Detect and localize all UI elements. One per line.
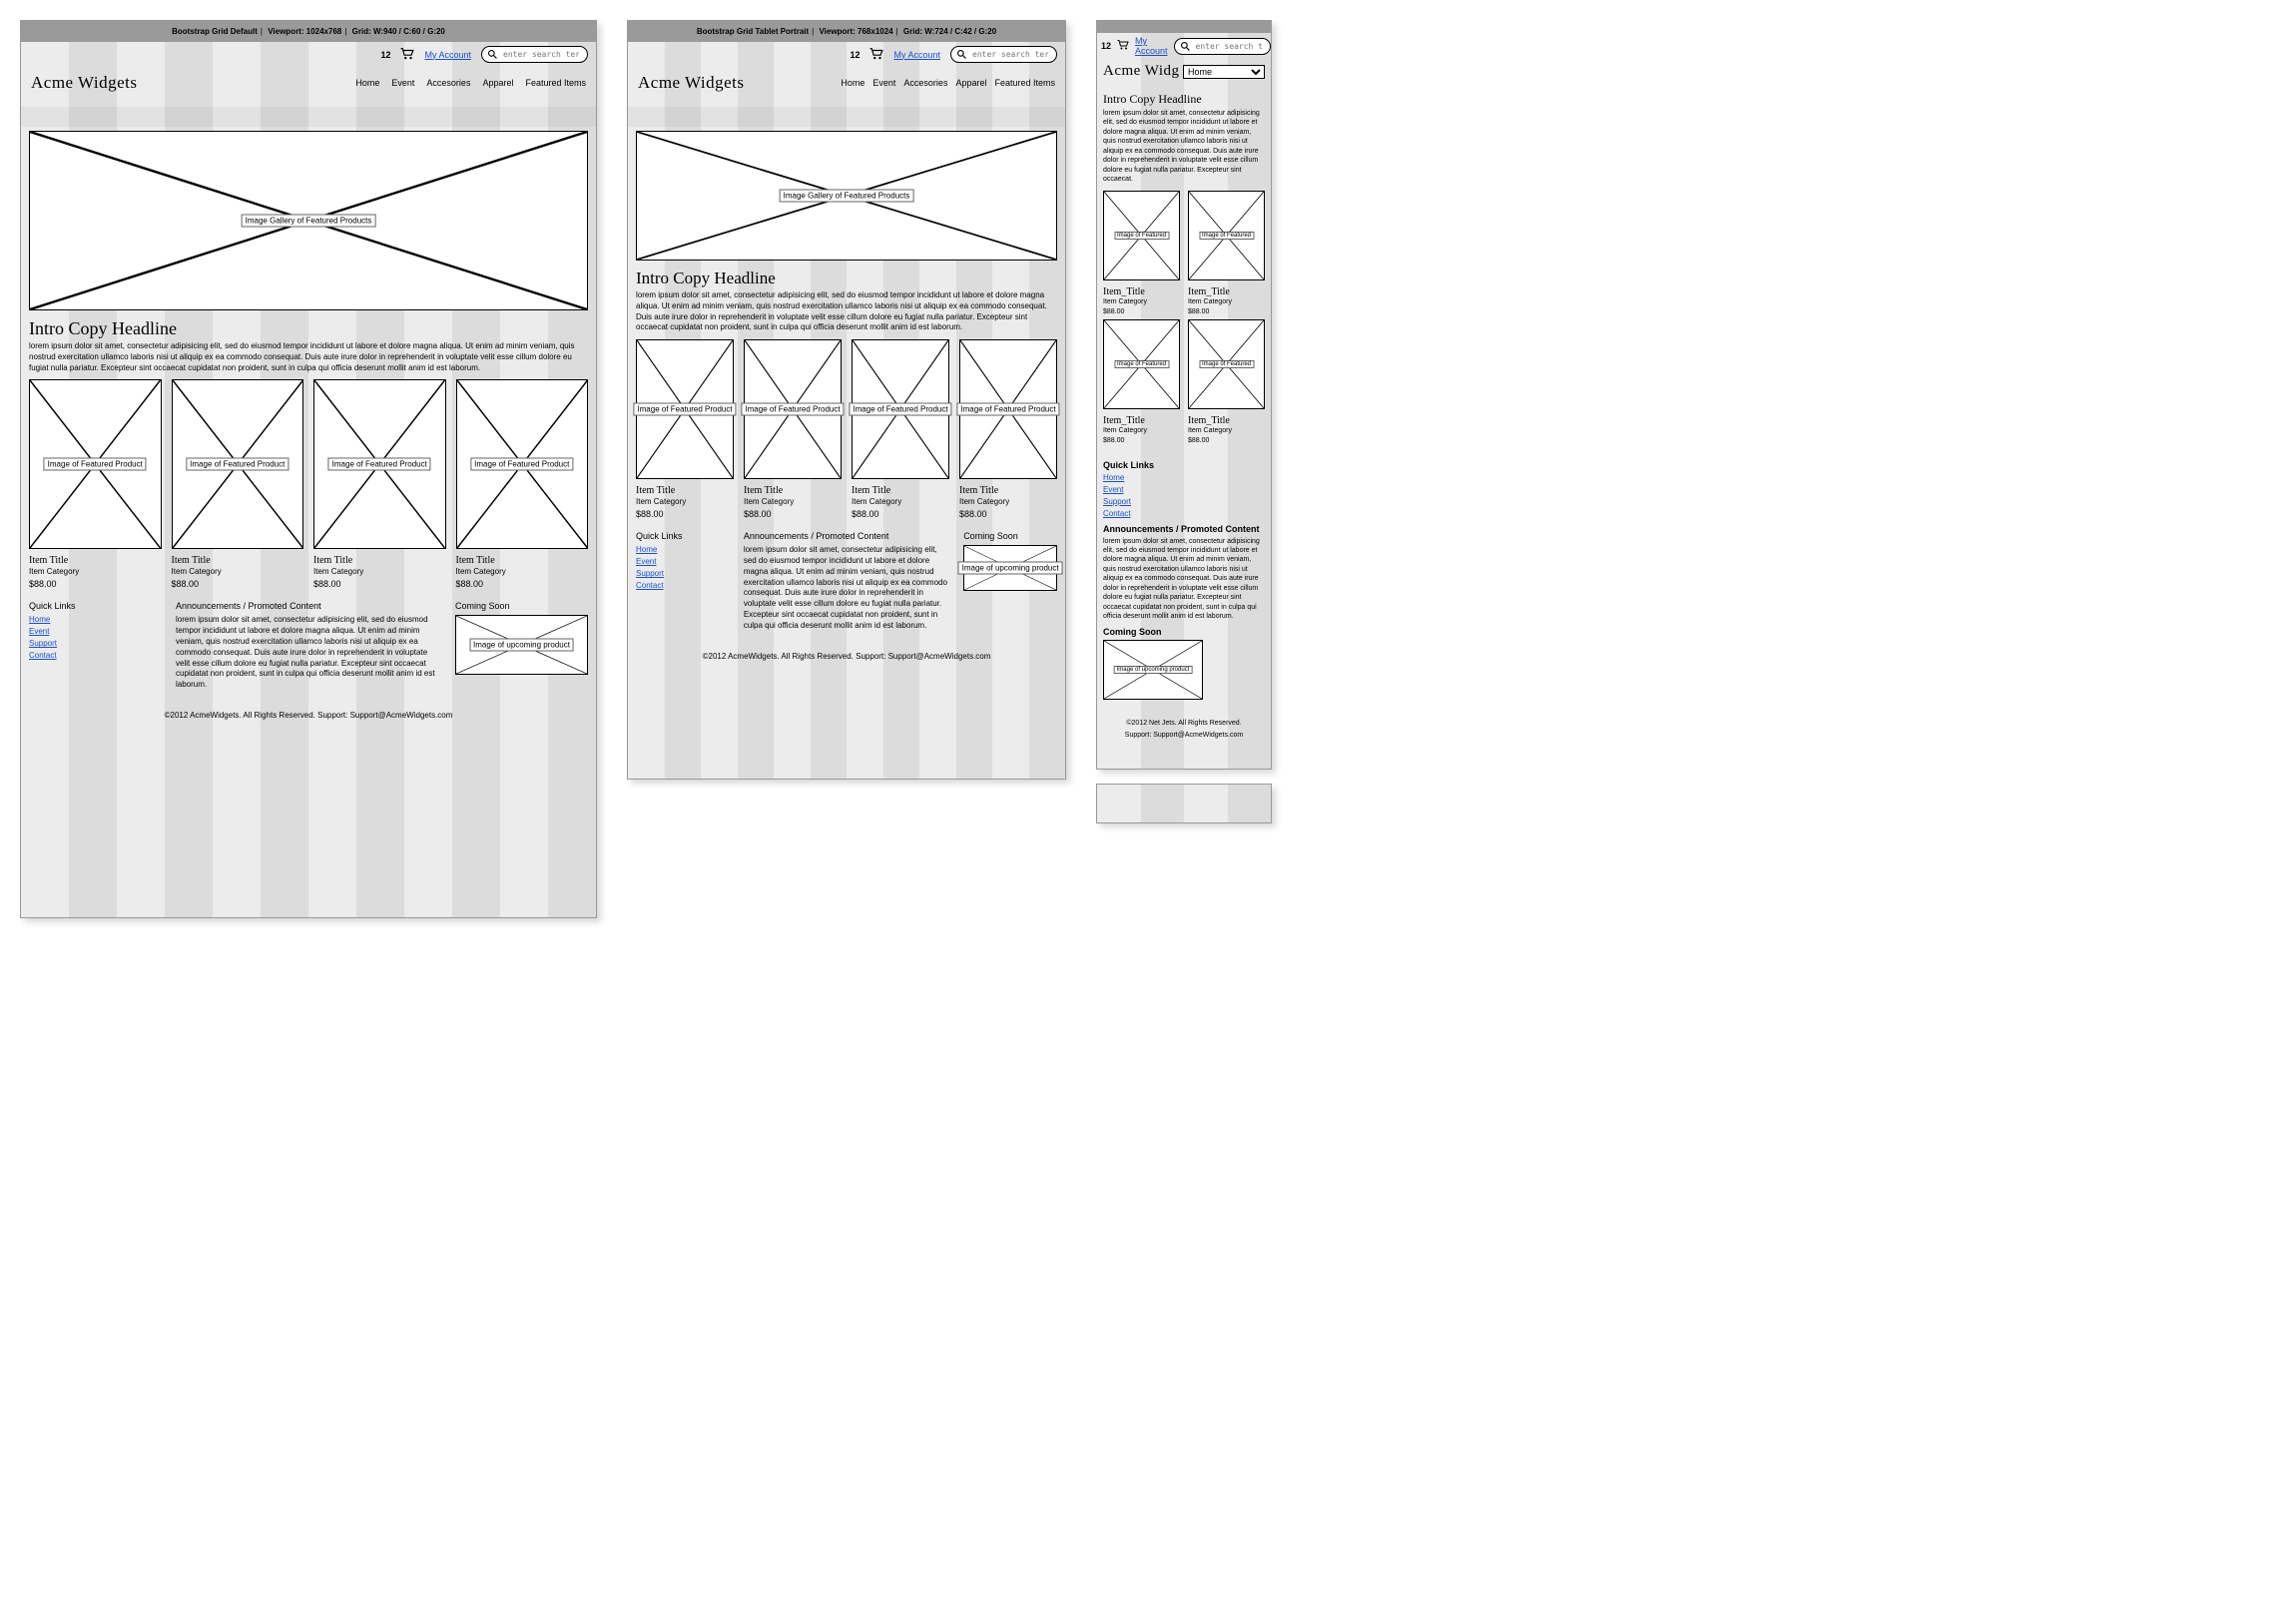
product-card[interactable]: Image of Featured Product Item Title Ite… bbox=[744, 339, 842, 519]
qlink-support[interactable]: Support bbox=[636, 569, 730, 578]
viewport-titlebar: Bootstrap Grid Default| Viewport: 1024x7… bbox=[21, 21, 596, 42]
qlink-home[interactable]: Home bbox=[636, 545, 730, 554]
product-row: Image of Featured Product Item Title Ite… bbox=[636, 339, 1057, 519]
cart-count: 12 bbox=[850, 50, 860, 60]
qlink-home[interactable]: Home bbox=[29, 615, 162, 624]
nav-select[interactable]: Home bbox=[1183, 65, 1265, 79]
product-card[interactable]: Image of Featured Product Item Title Ite… bbox=[456, 379, 589, 589]
qlink-event[interactable]: Event bbox=[1103, 485, 1265, 494]
nav-event[interactable]: Event bbox=[391, 78, 414, 88]
nav-apparel[interactable]: Apparel bbox=[482, 78, 513, 88]
hero-caption: Image Gallery of Featured Products bbox=[780, 190, 914, 203]
nav-home[interactable]: Home bbox=[841, 78, 864, 88]
qlink-support[interactable]: Support bbox=[1103, 497, 1265, 506]
nav-event[interactable]: Event bbox=[872, 78, 895, 88]
product-card[interactable]: Image of Featured Product Item Title Ite… bbox=[313, 379, 446, 589]
nav-acces[interactable]: Accesories bbox=[426, 78, 470, 88]
brand-logo: Acme Widgets bbox=[31, 73, 138, 93]
product-card[interactable]: Image of Featured Item_Title Item Catego… bbox=[1188, 191, 1265, 315]
cart-icon[interactable] bbox=[400, 48, 414, 62]
search-icon bbox=[488, 50, 497, 59]
footer: ©2012 Net Jets. All Rights Reserved. Sup… bbox=[1097, 706, 1271, 758]
nav-featured[interactable]: Featured Items bbox=[994, 78, 1055, 88]
coming-soon: Coming Soon Image of upcoming product bbox=[455, 601, 588, 691]
my-account-link[interactable]: My Account bbox=[893, 50, 940, 60]
search-input[interactable] bbox=[501, 49, 581, 60]
quick-links: Quick Links Home Event Support Contact bbox=[29, 601, 162, 691]
nav-home[interactable]: Home bbox=[355, 78, 379, 88]
product-card[interactable]: Image of Featured Product Item Title Ite… bbox=[959, 339, 1057, 519]
main-nav: Home Event Accesories Apparel Featured I… bbox=[355, 78, 586, 88]
cart-icon[interactable] bbox=[1117, 40, 1129, 52]
hero-image: Image Gallery of Featured Products bbox=[29, 131, 588, 310]
search-field[interactable] bbox=[1174, 38, 1271, 55]
search-field[interactable] bbox=[950, 46, 1057, 63]
qlink-home[interactable]: Home bbox=[1103, 473, 1265, 482]
intro-headline: Intro Copy Headline bbox=[636, 269, 1057, 288]
my-account-link[interactable]: My Account bbox=[424, 50, 471, 60]
intro-headline: Intro Copy Headline bbox=[1103, 92, 1265, 107]
product-row: Image of Featured Item_Title Item Catego… bbox=[1103, 191, 1265, 315]
wireframe-tablet: Bootstrap Grid Tablet Portrait| Viewport… bbox=[627, 20, 1066, 780]
qlink-contact[interactable]: Contact bbox=[636, 581, 730, 590]
qlink-contact[interactable]: Contact bbox=[29, 651, 162, 660]
intro-body: lorem ipsum dolor sit amet, consectetur … bbox=[1097, 109, 1271, 185]
product-card[interactable]: Image of Featured Product Item Title Ite… bbox=[636, 339, 734, 519]
cart-icon[interactable] bbox=[869, 48, 883, 62]
promo-block: Announcements / Promoted Content lorem i… bbox=[176, 601, 441, 691]
product-card[interactable]: Image of Featured Product Item Title Ite… bbox=[852, 339, 949, 519]
my-account-link[interactable]: My Account bbox=[1135, 36, 1168, 56]
search-input[interactable] bbox=[970, 49, 1050, 60]
cart-count: 12 bbox=[380, 50, 390, 60]
promo-block: Announcements / Promoted Content lorem i… bbox=[744, 531, 949, 631]
wireframe-default: Bootstrap Grid Default| Viewport: 1024x7… bbox=[20, 20, 597, 918]
intro-body: lorem ipsum dolor sit amet, consectetur … bbox=[29, 341, 588, 373]
coming-soon: Image of upcoming product bbox=[1103, 640, 1265, 700]
product-row: Image of Featured Item_Title Item Catego… bbox=[1103, 319, 1265, 444]
product-card[interactable]: Image of Featured Item_Title Item Catego… bbox=[1103, 319, 1180, 444]
qlink-support[interactable]: Support bbox=[29, 639, 162, 648]
product-card[interactable]: Image of Featured Product Item Title Ite… bbox=[29, 379, 162, 589]
quick-links: Quick Links Home Event Support Contact bbox=[636, 531, 730, 631]
wireframe-mobile-extra bbox=[1096, 784, 1272, 823]
brand-logo: Acme Widg bbox=[1103, 63, 1180, 80]
search-input[interactable] bbox=[1194, 41, 1264, 52]
promo-body: lorem ipsum dolor sit amet, consectetur … bbox=[1103, 537, 1265, 622]
brand-logo: Acme Widgets bbox=[638, 73, 745, 93]
footer: ©2012 AcmeWidgets. All Rights Reserved. … bbox=[628, 640, 1065, 679]
qlink-event[interactable]: Event bbox=[29, 627, 162, 636]
footer: ©2012 AcmeWidgets. All Rights Reserved. … bbox=[21, 699, 596, 738]
search-icon bbox=[1181, 42, 1190, 51]
main-nav: Home Event Accesories Apparel Featured I… bbox=[841, 78, 1055, 88]
viewport-titlebar: Bootstrap Grid Tablet Portrait| Viewport… bbox=[628, 21, 1065, 42]
hero-image: Image Gallery of Featured Products bbox=[636, 131, 1057, 261]
qlink-contact[interactable]: Contact bbox=[1103, 509, 1265, 518]
nav-featured[interactable]: Featured Items bbox=[525, 78, 586, 88]
coming-soon: Coming Soon Image of upcoming product bbox=[963, 531, 1057, 631]
product-card[interactable]: Image of Featured Item_Title Item Catego… bbox=[1188, 319, 1265, 444]
product-card[interactable]: Image of Featured Item_Title Item Catego… bbox=[1103, 191, 1180, 315]
cart-count: 12 bbox=[1101, 41, 1111, 51]
quick-links: Home Event Support Contact bbox=[1103, 473, 1265, 518]
search-field[interactable] bbox=[481, 46, 588, 63]
hero-caption: Image Gallery of Featured Products bbox=[242, 215, 376, 228]
qlink-event[interactable]: Event bbox=[636, 557, 730, 566]
viewport-titlebar bbox=[1097, 21, 1271, 33]
search-icon bbox=[957, 50, 966, 59]
nav-apparel[interactable]: Apparel bbox=[955, 78, 986, 88]
intro-headline: Intro Copy Headline bbox=[29, 318, 588, 339]
wireframe-mobile: 12 My Account Acme Widg Home Intro Copy … bbox=[1096, 20, 1272, 770]
product-row: Image of Featured Product Item Title Ite… bbox=[29, 379, 588, 589]
intro-body: lorem ipsum dolor sit amet, consectetur … bbox=[636, 290, 1057, 333]
product-card[interactable]: Image of Featured Product Item Title Ite… bbox=[172, 379, 304, 589]
nav-acces[interactable]: Accesories bbox=[903, 78, 947, 88]
